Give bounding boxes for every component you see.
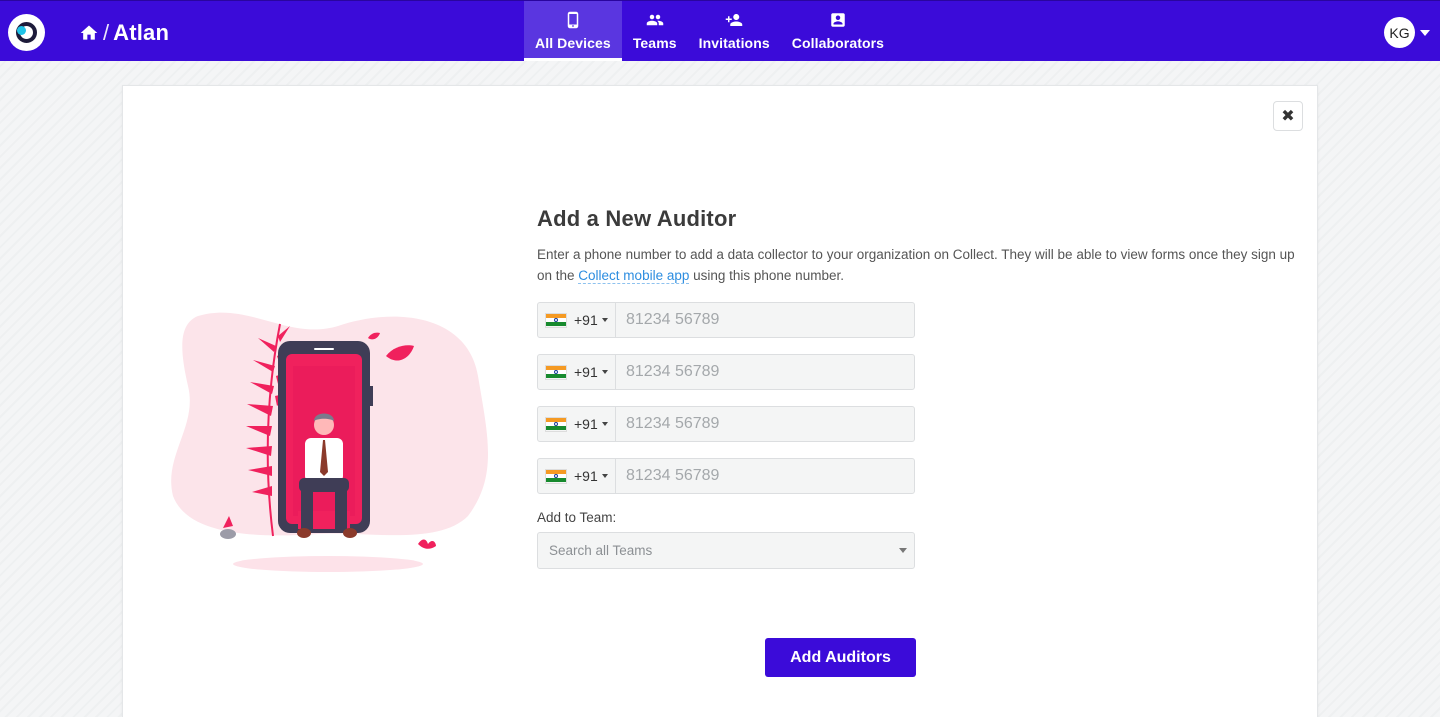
main-nav: All Devices Teams Invitations Collaborat… — [524, 1, 895, 62]
phone-icon — [567, 11, 579, 29]
modal-description: Enter a phone number to add a data colle… — [537, 244, 1297, 286]
team-label: Add to Team: — [537, 510, 617, 525]
chevron-down-icon[interactable] — [1420, 29, 1430, 36]
country-code: +91 — [574, 468, 598, 484]
india-flag-icon — [545, 364, 567, 380]
contact-card-icon — [831, 13, 845, 27]
country-code-dropdown[interactable]: +91 — [538, 303, 616, 337]
caret-down-icon — [899, 548, 907, 553]
nav-invitations[interactable]: Invitations — [688, 1, 781, 61]
org-name[interactable]: Atlan — [113, 20, 169, 46]
country-code: +91 — [574, 416, 598, 432]
desc-text: using this phone number. — [689, 268, 844, 283]
top-navbar: / Atlan All Devices Teams Invitations Co… — [0, 0, 1440, 61]
nav-teams[interactable]: Teams — [622, 1, 688, 61]
nav-collaborators[interactable]: Collaborators — [781, 1, 895, 61]
chevron-down-icon — [601, 370, 608, 374]
nav-label: Invitations — [698, 35, 770, 51]
phone-list: +91 +91 +91 — [537, 302, 1297, 494]
country-code: +91 — [574, 364, 598, 380]
phone-input[interactable] — [616, 459, 914, 493]
team-select-placeholder: Search all Teams — [549, 543, 653, 558]
phone-field: +91 — [537, 302, 915, 338]
india-flag-icon — [545, 416, 567, 432]
nav-all-devices[interactable]: All Devices — [524, 1, 622, 61]
team-select[interactable]: Search all Teams — [537, 532, 915, 569]
nav-label: Teams — [632, 35, 677, 51]
collect-app-link[interactable]: Collect mobile app — [578, 268, 690, 284]
modal-title: Add a New Auditor — [537, 206, 737, 231]
chevron-down-icon — [601, 422, 608, 426]
country-code-dropdown[interactable]: +91 — [538, 355, 616, 389]
nav-label: Collaborators — [791, 35, 885, 51]
breadcrumb-separator: / — [103, 20, 110, 45]
add-auditor-modal: ✖ Add a New Auditor Enter a phone number… — [122, 85, 1318, 717]
user-menu[interactable]: KG — [1384, 17, 1430, 48]
phone-input[interactable] — [616, 355, 914, 389]
phone-person-illustration — [171, 312, 488, 572]
phone-field: +91 — [537, 406, 915, 442]
people-icon — [646, 14, 663, 26]
close-button[interactable]: ✖ — [1273, 101, 1303, 131]
country-code-dropdown[interactable]: +91 — [538, 459, 616, 493]
phone-input[interactable] — [616, 303, 914, 337]
auditor-form: Add a New Auditor Enter a phone number t… — [537, 206, 1297, 569]
breadcrumb: / Atlan — [79, 19, 169, 47]
phone-field: +91 — [537, 354, 915, 390]
add-auditors-button[interactable]: Add Auditors — [765, 638, 916, 677]
avatar[interactable]: KG — [1384, 17, 1415, 48]
home-icon[interactable] — [79, 23, 99, 43]
india-flag-icon — [545, 468, 567, 484]
phone-field: +91 — [537, 458, 915, 494]
chevron-down-icon — [601, 474, 608, 478]
nav-label: All Devices — [535, 35, 611, 51]
india-flag-icon — [545, 312, 567, 328]
chevron-down-icon — [601, 318, 608, 322]
person-add-icon — [725, 14, 743, 26]
country-code: +91 — [574, 312, 598, 328]
country-code-dropdown[interactable]: +91 — [538, 407, 616, 441]
app-logo[interactable] — [8, 14, 45, 51]
phone-input[interactable] — [616, 407, 914, 441]
